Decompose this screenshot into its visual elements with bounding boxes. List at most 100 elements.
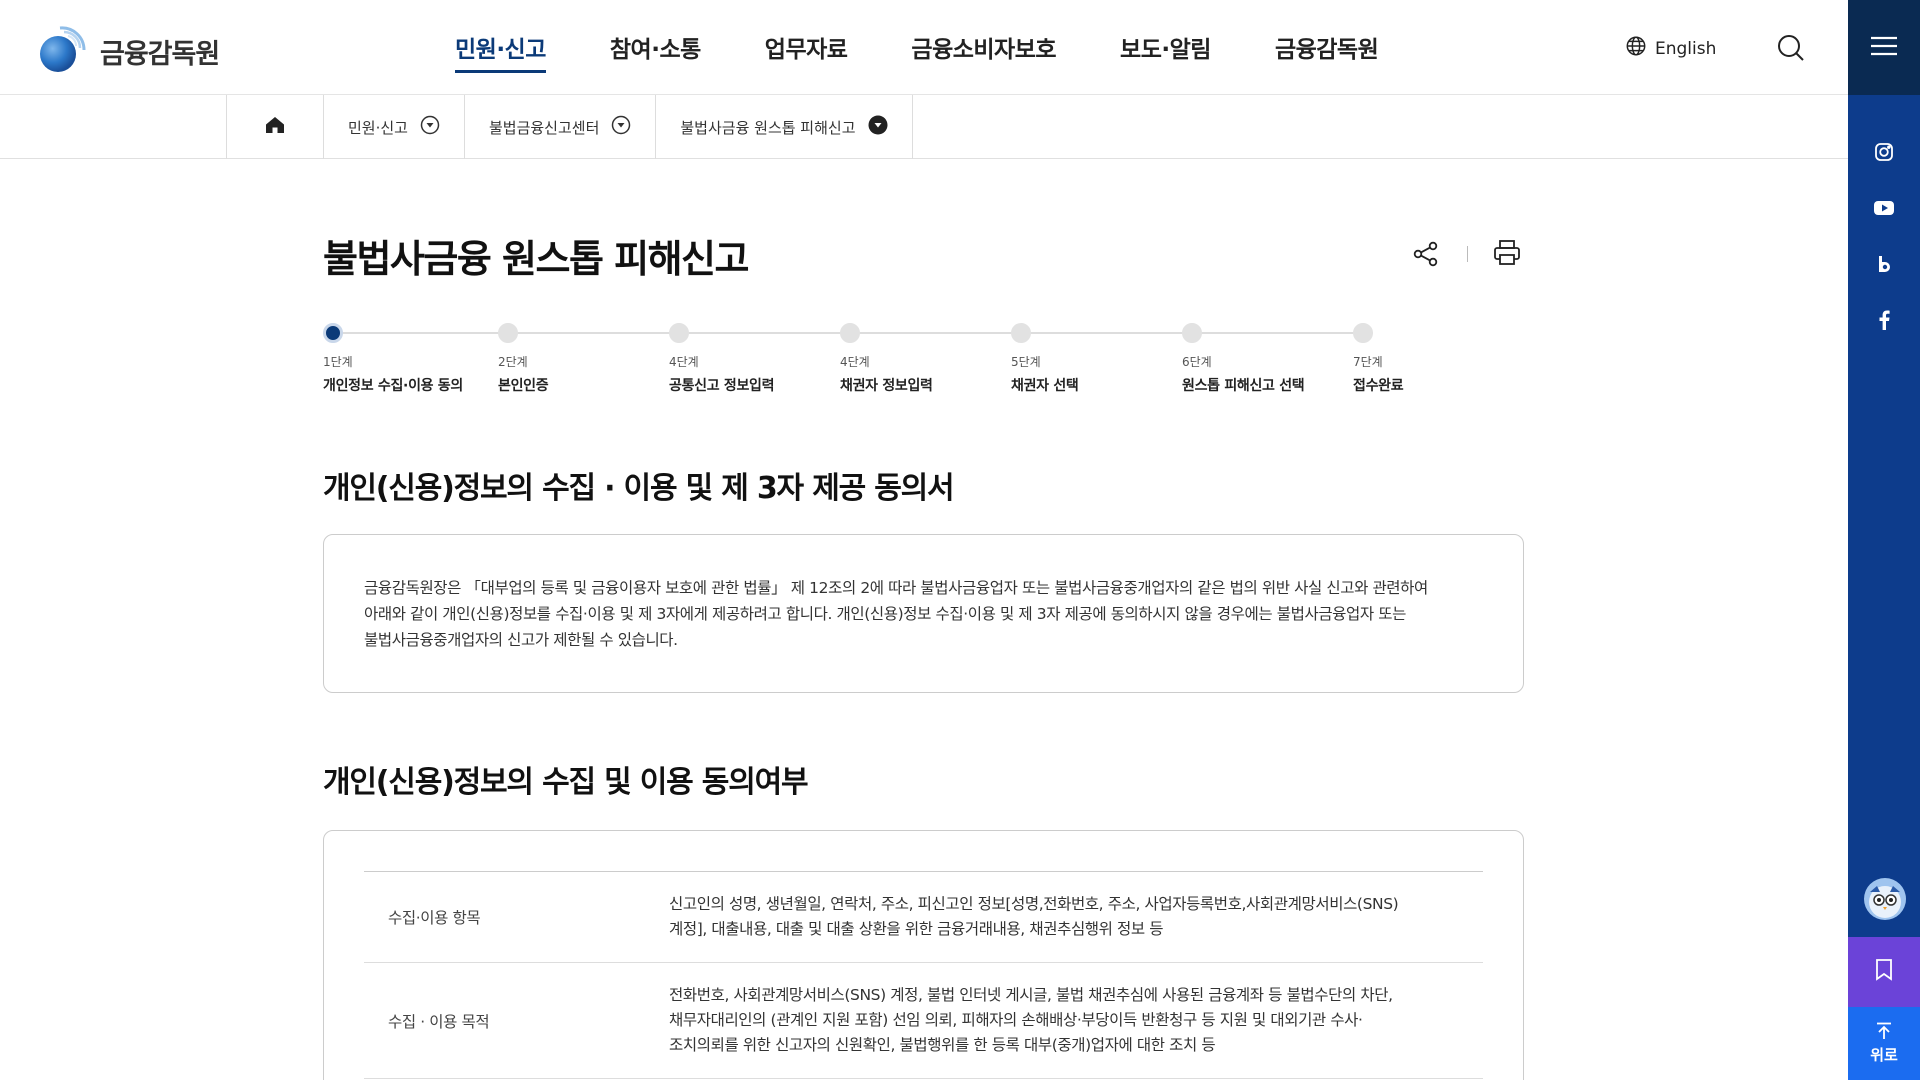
- progress-steps: 1단계 개인정보 수집·이용 동의 2단계 본인인증 4단계 공통신고 정보입력…: [323, 323, 1423, 403]
- search-icon: [1776, 35, 1806, 67]
- consent-form-heading: 개인(신용)정보의 수집 · 이용 및 제 3자 제공 동의서: [323, 471, 955, 506]
- step-3: 4단계 공통신고 정보입력: [669, 323, 775, 395]
- instagram-link[interactable]: [1848, 126, 1920, 182]
- step-indicator: [1353, 323, 1373, 343]
- step-indicator: [498, 323, 518, 343]
- row-value: 전화번호, 사회관계망서비스(SNS) 계정, 불법 인터넷 게시글, 불법 채…: [669, 962, 1483, 1079]
- breadcrumb-item-onestop-report[interactable]: 불법사금융 원스톱 피해신고: [656, 95, 913, 159]
- step-number: 4단계: [669, 355, 699, 369]
- language-label: English: [1655, 38, 1717, 59]
- bookmark-button[interactable]: [1848, 937, 1920, 1007]
- intro-line: 금융감독원장은 「대부업의 등록 및 금융이용자 보호에 관한 법률」 제 12…: [364, 579, 1428, 597]
- step-1: 1단계 개인정보 수집·이용 동의: [323, 323, 463, 395]
- nav-item-materials[interactable]: 업무자료: [765, 30, 848, 73]
- consent-intro-box: 금융감독원장은 「대부업의 등록 및 금융이용자 보호에 관한 법률」 제 12…: [323, 534, 1524, 693]
- row-label: 수집 · 이용 목적: [364, 962, 669, 1079]
- youtube-icon: [1874, 200, 1894, 220]
- scroll-top-label: 위로: [1870, 1046, 1898, 1064]
- step-4: 4단계 채권자 정보입력: [840, 323, 933, 395]
- step-label: 개인정보 수집·이용 동의: [323, 378, 463, 394]
- logo-text: 금융감독원: [100, 38, 220, 70]
- row-value-line: 채무자대리인의 (관계인 지원 포함) 선임 의뢰, 피해자의 손해배상·부당이…: [669, 1011, 1363, 1029]
- step-label: 접수완료: [1353, 378, 1404, 394]
- breadcrumb-home[interactable]: [226, 95, 324, 159]
- site-logo[interactable]: 금융감독원: [38, 22, 220, 74]
- globe-icon: [1625, 35, 1647, 62]
- row-label: 수집·이용 항목: [364, 871, 669, 963]
- youtube-link[interactable]: [1848, 182, 1920, 238]
- step-label: 공통신고 정보입력: [669, 378, 775, 394]
- breadcrumb: 민원·신고 불법금융신고센터 불법사금융 원스톱 피해신고: [0, 95, 1848, 159]
- nav-item-about[interactable]: 금융감독원: [1275, 30, 1379, 73]
- share-button[interactable]: [1412, 240, 1442, 270]
- step-number: 7단계: [1353, 355, 1383, 369]
- step-label: 채권자 선택: [1011, 378, 1079, 394]
- printer-icon: [1492, 240, 1522, 272]
- chatbot-button[interactable]: [1864, 878, 1906, 920]
- intro-line: 아래와 같이 개인(신용)정보를 수집·이용 및 제 3자에게 제공하려고 합니…: [364, 605, 1407, 623]
- step-number: 6단계: [1182, 355, 1212, 369]
- blog-icon: [1875, 255, 1893, 277]
- breadcrumb-label: 불법금융신고센터: [488, 118, 600, 137]
- step-indicator: [1182, 323, 1202, 343]
- nav-item-press[interactable]: 보도·알림: [1120, 30, 1211, 73]
- chevron-down-circle-icon: [420, 115, 440, 139]
- step-indicator: [840, 323, 860, 343]
- menu-button[interactable]: [1848, 0, 1920, 95]
- share-icon: [1412, 241, 1440, 272]
- row-value-line: 신고인의 성명, 생년월일, 연락처, 주소, 피신고인 정보[성명,전화번호,…: [669, 895, 1399, 913]
- row-value-line: 조치의뢰를 위한 신고자의 신원확인, 불법행위를 한 등록 대부(중개)업자에…: [669, 1036, 1216, 1054]
- search-button[interactable]: [1776, 33, 1806, 63]
- step-indicator: [1011, 323, 1031, 343]
- nav-item-consumer-protection[interactable]: 금융소비자보호: [911, 30, 1056, 73]
- blog-link[interactable]: [1848, 238, 1920, 294]
- breadcrumb-item-report-center[interactable]: 불법금융신고센터: [465, 95, 657, 159]
- chevron-down-filled-icon: [868, 115, 888, 139]
- step-indicator: [323, 323, 343, 343]
- breadcrumb-label: 민원·신고: [348, 118, 408, 137]
- arrow-up-icon: [1876, 1022, 1892, 1044]
- home-icon: [265, 116, 285, 138]
- hamburger-icon: [1870, 35, 1898, 61]
- facebook-icon: [1878, 310, 1890, 334]
- table-row: 수집 · 이용 목적 전화번호, 사회관계망서비스(SNS) 계정, 불법 인터…: [364, 962, 1483, 1079]
- step-number: 1단계: [323, 355, 353, 369]
- nav-item-participation[interactable]: 참여·소통: [610, 30, 701, 73]
- consent-details-box: 수집·이용 항목 신고인의 성명, 생년월일, 연락처, 주소, 피신고인 정보…: [323, 830, 1524, 1080]
- row-value: 신고인의 성명, 생년월일, 연락처, 주소, 피신고인 정보[성명,전화번호,…: [669, 871, 1483, 963]
- breadcrumb-item-complaints[interactable]: 민원·신고: [324, 95, 465, 159]
- step-indicator: [669, 323, 689, 343]
- step-2: 2단계 본인인증: [498, 323, 549, 395]
- toolbar-divider: [1467, 246, 1468, 262]
- step-6: 6단계 원스톱 피해신고 선택: [1182, 323, 1305, 395]
- fss-logo-icon: [38, 22, 90, 74]
- intro-line: 불법사금융중개업자의 신고가 제한될 수 있습니다.: [364, 631, 678, 649]
- print-button[interactable]: [1492, 238, 1524, 270]
- right-quick-rail: 위로: [1848, 0, 1920, 1080]
- site-header: 금융감독원 민원·신고 참여·소통 업무자료 금융소비자보호 보도·알림 금융감…: [0, 0, 1848, 95]
- row-value-line: 전화번호, 사회관계망서비스(SNS) 계정, 불법 인터넷 게시글, 불법 채…: [669, 986, 1393, 1004]
- consent-details-table: 수집·이용 항목 신고인의 성명, 생년월일, 연락처, 주소, 피신고인 정보…: [364, 871, 1483, 1079]
- language-switch[interactable]: English: [1625, 35, 1716, 62]
- step-label: 채권자 정보입력: [840, 378, 933, 394]
- row-value-line: 계정], 대출내용, 대출 및 대출 상환을 위한 금융거래내용, 채권추심행위…: [669, 920, 1164, 938]
- chevron-down-circle-icon: [611, 115, 631, 139]
- step-label: 본인인증: [498, 378, 549, 394]
- nav-item-complaints[interactable]: 민원·신고: [455, 30, 546, 73]
- step-number: 2단계: [498, 355, 528, 369]
- breadcrumb-label: 불법사금융 원스톱 피해신고: [680, 118, 856, 137]
- facebook-link[interactable]: [1848, 294, 1920, 350]
- bookmark-icon: [1875, 959, 1893, 985]
- scroll-top-button[interactable]: 위로: [1848, 1007, 1920, 1080]
- mascot-icon: [1864, 886, 1906, 920]
- consent-agreement-heading: 개인(신용)정보의 수집 및 이용 동의여부: [323, 765, 809, 800]
- step-number: 4단계: [840, 355, 870, 369]
- sns-links: [1848, 126, 1920, 350]
- instagram-icon: [1874, 142, 1894, 166]
- step-label: 원스톱 피해신고 선택: [1182, 378, 1305, 394]
- main-nav: 민원·신고 참여·소통 업무자료 금융소비자보호 보도·알림 금융감독원: [455, 30, 1379, 73]
- page-title: 불법사금융 원스톱 피해신고: [323, 237, 749, 281]
- step-7: 7단계 접수완료: [1353, 323, 1404, 395]
- step-5: 5단계 채권자 선택: [1011, 323, 1079, 395]
- table-row: 수집·이용 항목 신고인의 성명, 생년월일, 연락처, 주소, 피신고인 정보…: [364, 871, 1483, 963]
